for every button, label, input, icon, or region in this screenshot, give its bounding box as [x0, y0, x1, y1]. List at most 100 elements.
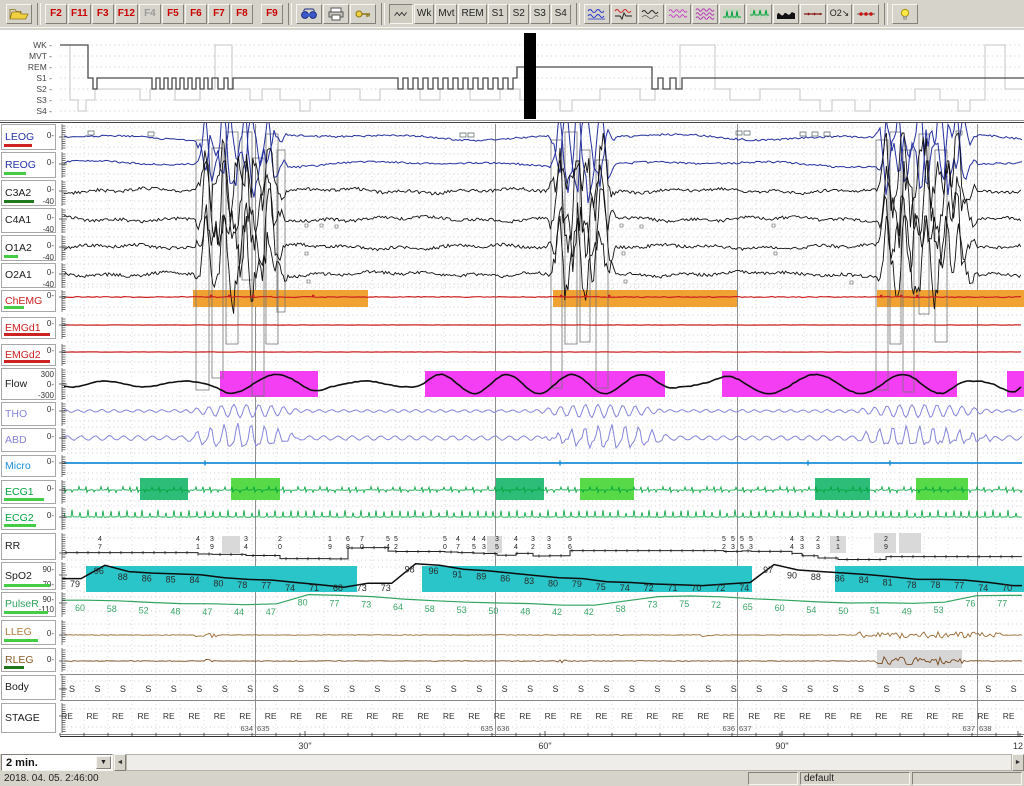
- rr-value: 41: [196, 536, 200, 551]
- stage-value: RE: [112, 711, 124, 721]
- pulse-value: 64: [393, 602, 403, 612]
- resp2-montage-button[interactable]: [692, 4, 718, 24]
- fkey-button-f9[interactable]: F9: [261, 4, 283, 24]
- channel-label-LEOG[interactable]: LEOG0-: [1, 124, 56, 150]
- stage-value: RE: [901, 711, 913, 721]
- trend-mode-button[interactable]: [389, 4, 413, 24]
- stage-button-s4[interactable]: S4: [551, 4, 571, 24]
- channel-scale-ruler: [59, 592, 67, 617]
- rr-value: 70: [360, 536, 364, 551]
- channel-label-SpO2[interactable]: SpO290-70-: [1, 562, 56, 590]
- eog-montage-button[interactable]: [584, 4, 610, 24]
- o2-desat-button[interactable]: O2↘: [827, 4, 853, 24]
- body-position-value: S: [883, 684, 889, 694]
- dropdown-arrow-icon[interactable]: ▼: [96, 756, 111, 769]
- channel-label-O2A1[interactable]: O2A10--40: [1, 263, 56, 288]
- find-button[interactable]: [296, 4, 322, 24]
- pulse-value: 51: [870, 606, 880, 616]
- stage-value: RE: [265, 711, 277, 721]
- hypnogram-plot[interactable]: [0, 30, 1024, 122]
- toolbar-separator: [576, 3, 580, 25]
- channel-scale-ruler: [59, 620, 67, 645]
- stage-button-s2[interactable]: S2: [509, 4, 529, 24]
- key-button[interactable]: [350, 4, 376, 24]
- channel-label-RR[interactable]: RR: [1, 533, 56, 560]
- scroll-left-button[interactable]: ◄: [114, 754, 126, 771]
- channel-label-O1A2[interactable]: O1A20--40: [1, 235, 56, 261]
- body-position-value: S: [425, 684, 431, 694]
- signal-plot[interactable]: 4741393420196870545250474543354432335652…: [0, 122, 1024, 754]
- fkey-button-f5[interactable]: F5: [162, 4, 184, 24]
- pulse-value: 47: [202, 607, 212, 617]
- body-position-value: S: [960, 684, 966, 694]
- channel-scale: -40: [42, 225, 54, 234]
- eeg-montage-button[interactable]: [638, 4, 664, 24]
- channel-label-Flow[interactable]: Flow3000--300: [1, 368, 56, 400]
- channel-label-STAGE[interactable]: STAGE: [1, 703, 56, 733]
- spo2-value: 83: [524, 576, 534, 586]
- time-ruler-label: 30": [298, 741, 311, 751]
- channel-label-ECG2[interactable]: ECG20-: [1, 507, 56, 530]
- body-position-value: S: [705, 684, 711, 694]
- lightbulb-button[interactable]: [892, 4, 918, 24]
- stage-button-rem[interactable]: REM: [458, 4, 486, 24]
- pulse-value: 53: [457, 605, 467, 615]
- trace-THO: [64, 404, 1022, 418]
- stage-value: RE: [137, 711, 149, 721]
- flow-view-button[interactable]: [773, 4, 799, 24]
- horizontal-scrollbar-track[interactable]: [126, 754, 1012, 771]
- emg-montage-button[interactable]: [611, 4, 637, 24]
- spo2-value: 77: [261, 581, 271, 591]
- fkey-button-f8[interactable]: F8: [231, 4, 253, 24]
- stage-button-mvt[interactable]: Mvt: [435, 4, 457, 24]
- body-position-value: S: [196, 684, 202, 694]
- spo2-value: 96: [428, 566, 438, 576]
- body-position-value: S: [782, 684, 788, 694]
- channel-label-REOG[interactable]: REOG0-: [1, 152, 56, 178]
- channel-label-C4A1[interactable]: C4A10--40: [1, 208, 56, 233]
- pulse-value: 73: [361, 600, 371, 610]
- time-ruler-label: 12: [1013, 741, 1023, 751]
- channel-label-PulseR[interactable]: PulseR90--110: [1, 592, 56, 617]
- fkey-button-f12[interactable]: F12: [115, 4, 138, 24]
- stage-button-s3[interactable]: S3: [530, 4, 550, 24]
- print-button[interactable]: [323, 4, 349, 24]
- spo2-value: 84: [189, 575, 199, 585]
- body-position-value: S: [273, 684, 279, 694]
- channel-label-THO[interactable]: THO0-: [1, 402, 56, 426]
- ecg2-montage-button[interactable]: [746, 4, 772, 24]
- fkey-button-f6[interactable]: F6: [185, 4, 207, 24]
- channel-label-ChEMG[interactable]: ChEMG0-: [1, 290, 56, 312]
- resp-montage-button[interactable]: [665, 4, 691, 24]
- stage-button-wk[interactable]: Wk: [414, 4, 434, 24]
- channel-name: EMGd1: [5, 322, 41, 334]
- open-file-button[interactable]: [6, 4, 32, 24]
- event-marks-button[interactable]: [853, 4, 879, 24]
- fkey-button-f11[interactable]: F11: [68, 4, 91, 24]
- ecg-montage-button[interactable]: [719, 4, 745, 24]
- toolbar-separator: [288, 3, 292, 25]
- rr-value: 34: [244, 536, 248, 551]
- channel-label-LLEG[interactable]: LLEG0-: [1, 620, 56, 645]
- stage-button-s1[interactable]: S1: [488, 4, 508, 24]
- fkey-button-f7[interactable]: F7: [208, 4, 230, 24]
- rr-value: 52: [722, 536, 726, 551]
- rr-artifact-highlight: [899, 533, 921, 553]
- scroll-right-button[interactable]: ►: [1012, 754, 1024, 771]
- channel-label-C3A2[interactable]: C3A20--40: [1, 180, 56, 206]
- fkey-button-f2[interactable]: F2: [45, 4, 67, 24]
- channel-label-Body[interactable]: Body: [1, 675, 56, 700]
- fkey-button-f3[interactable]: F3: [92, 4, 114, 24]
- stage-value: RE: [468, 711, 480, 721]
- channel-label-EMGd1[interactable]: EMGd10-: [1, 317, 56, 339]
- spo2-value: 80: [213, 578, 223, 588]
- channel-impedance-bar: [4, 172, 26, 175]
- channel-label-Micro[interactable]: Micro0-: [1, 455, 56, 477]
- window-length-select[interactable]: 2 min. ▼: [1, 754, 113, 771]
- saturation-view-button[interactable]: [800, 4, 826, 24]
- body-position-value: S: [476, 684, 482, 694]
- channel-label-ECG1[interactable]: ECG10-: [1, 480, 56, 504]
- channel-label-ABD[interactable]: ABD0-: [1, 428, 56, 452]
- channel-label-RLEG[interactable]: RLEG0-: [1, 648, 56, 672]
- channel-label-EMGd2[interactable]: EMGd20-: [1, 344, 56, 366]
